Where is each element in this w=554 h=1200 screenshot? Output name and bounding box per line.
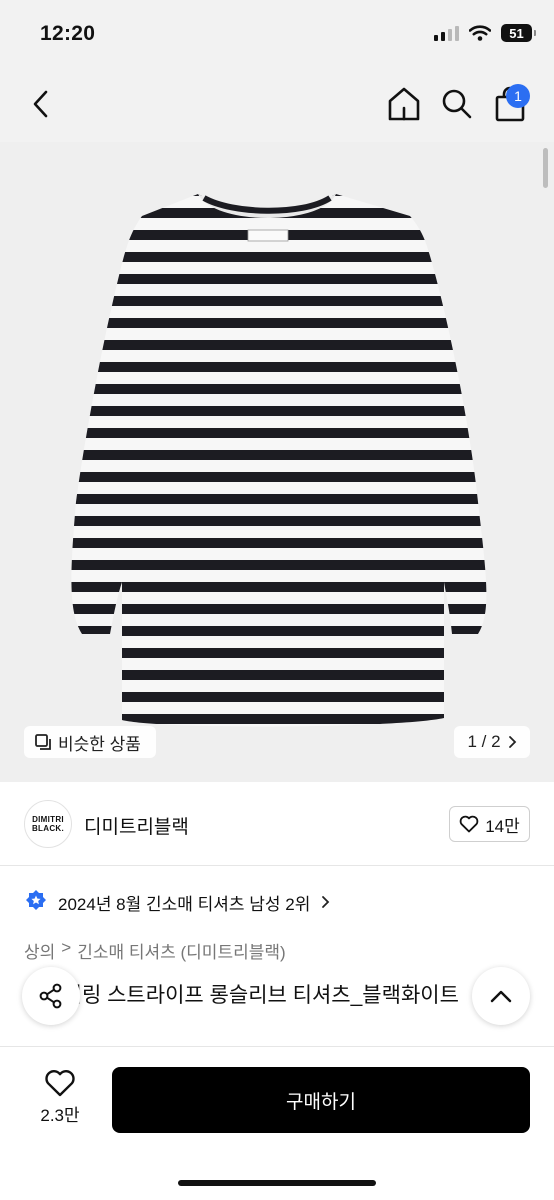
similar-products-label: 비슷한 상품 — [58, 734, 141, 754]
chevron-up-icon — [490, 990, 512, 1003]
home-indicator — [178, 1180, 376, 1186]
wishlist-count: 2.3만 — [40, 1106, 80, 1125]
wifi-icon — [469, 25, 491, 41]
share-button[interactable] — [22, 967, 80, 1025]
buy-button[interactable]: 구매하기 — [112, 1067, 530, 1133]
chevron-right-icon — [508, 736, 516, 748]
heart-icon — [45, 1070, 75, 1097]
striped-tshirt-illustration — [0, 142, 554, 782]
brand-row: DIMITRI BLACK. 디미트리블랙 14만 — [0, 782, 554, 866]
wishlist-button[interactable]: 2.3만 — [30, 1069, 90, 1126]
similar-products-button[interactable]: 비슷한 상품 — [24, 726, 156, 758]
home-icon[interactable] — [386, 85, 422, 123]
image-pager[interactable]: 1 / 2 — [454, 726, 530, 758]
brand-like-button[interactable]: 14만 — [449, 806, 530, 842]
bottom-action-bar: 2.3만 구매하기 — [0, 1046, 554, 1200]
search-icon[interactable] — [440, 86, 474, 122]
breadcrumb-separator: > — [61, 938, 72, 957]
scroll-top-button[interactable] — [472, 967, 530, 1025]
share-icon — [39, 983, 62, 1009]
battery-icon: 51 — [501, 24, 536, 42]
brand-name[interactable]: 디미트리블랙 — [84, 812, 189, 839]
brand-logo[interactable]: DIMITRI BLACK. — [24, 800, 72, 848]
similar-items-icon — [35, 734, 51, 750]
breadcrumb-level2[interactable]: 긴소매 티셔츠 (디미트리블랙) — [77, 938, 285, 963]
nav-bar — [0, 68, 554, 142]
status-icons: 51 — [434, 24, 536, 42]
cart-count-badge: 1 — [506, 84, 530, 108]
breadcrumb-level1[interactable]: 상의 — [24, 938, 55, 963]
breadcrumb: 상의 > 긴소매 티셔츠 (디미트리블랙) — [24, 938, 286, 963]
brand-logo-line2: BLACK. — [31, 824, 65, 833]
ranking-link[interactable]: 2024년 8월 긴소매 티셔츠 남성 2위 — [24, 889, 330, 915]
brand-logo-line1: DIMITRI — [32, 815, 64, 824]
cellular-signal-icon — [434, 25, 459, 41]
ranking-text: 2024년 8월 긴소매 티셔츠 남성 2위 — [58, 894, 311, 914]
brand-like-count: 14만 — [485, 816, 520, 836]
status-bar: 12:20 51 — [0, 0, 554, 68]
chevron-right-icon — [322, 896, 330, 908]
product-title: 레이어링 스트라이프 롱슬리브 티셔츠_블랙화이트 — [24, 984, 459, 1007]
ranking-badge-icon — [26, 890, 46, 910]
status-time: 12:20 — [40, 22, 96, 45]
heart-icon — [459, 815, 479, 833]
product-image[interactable] — [0, 142, 554, 782]
back-icon[interactable] — [26, 86, 58, 122]
scroll-indicator[interactable] — [543, 148, 548, 188]
image-pager-label: 1 / 2 — [467, 732, 501, 751]
